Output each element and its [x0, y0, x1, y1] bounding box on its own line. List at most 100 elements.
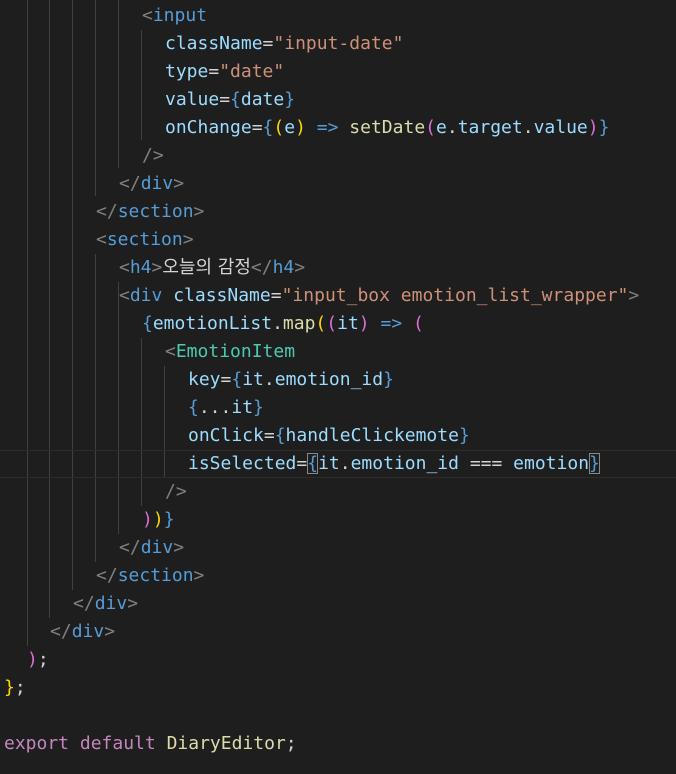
code-line: className="input-date"	[0, 30, 676, 58]
self-close-bracket: />	[165, 481, 187, 502]
dot: .	[263, 369, 275, 390]
code-line: {...it}	[0, 394, 676, 422]
identifier: it	[231, 397, 254, 418]
jsx-brace: }	[598, 117, 610, 138]
jsx-brace: }	[253, 397, 264, 418]
component-name: EmotionItem	[175, 341, 296, 362]
identifier: e	[284, 117, 296, 138]
tag-close-bracket: >	[173, 537, 185, 558]
paren: )	[295, 117, 306, 138]
identifier: date	[240, 89, 285, 110]
jsx-brace: {	[230, 89, 241, 110]
identifier: it	[242, 369, 264, 390]
attr-name: key	[188, 369, 221, 390]
code-line: </div>	[0, 534, 676, 562]
operator: =	[219, 89, 231, 110]
dot: .	[339, 453, 351, 474]
code-line: export default DiaryEditor;	[0, 730, 676, 758]
attr-name: isSelected	[188, 453, 297, 474]
jsx-brace: {	[231, 369, 243, 390]
tag-close-bracket: </	[250, 257, 273, 278]
matched-brace: }	[589, 453, 600, 474]
arrow-operator: =>	[316, 117, 339, 138]
code-line: <h4>오늘의 감정</h4>	[0, 254, 676, 282]
keyword-export: export	[4, 733, 70, 754]
jsx-brace: }	[163, 509, 175, 530]
identifier: emotion_id	[274, 369, 384, 390]
paren: (	[425, 117, 436, 138]
code-editor[interactable]: <input className="input-date" type="date…	[0, 0, 676, 774]
tag-close-bracket: >	[193, 201, 205, 222]
code-line: <input	[0, 2, 676, 30]
paren: )	[358, 313, 370, 334]
tag-close-bracket: >	[628, 285, 640, 306]
tag-open-bracket: <	[165, 341, 176, 362]
operator: =	[220, 369, 232, 390]
keyword-default: default	[79, 733, 156, 754]
tag-close-bracket: >	[151, 257, 163, 278]
identifier: handleClickemote	[285, 425, 459, 446]
jsx-brace: }	[284, 89, 296, 110]
code-line: type="date"	[0, 58, 676, 86]
code-line: );	[0, 646, 676, 674]
operator: =	[251, 117, 263, 138]
semicolon: ;	[14, 677, 26, 698]
code-line: {emotionList.map((it) => (	[0, 310, 676, 338]
tag-name: input	[152, 5, 208, 26]
paren: )	[142, 509, 153, 530]
tag-close-bracket: </	[119, 173, 141, 194]
tag-close-bracket: >	[127, 593, 139, 614]
code-line: ))}	[0, 506, 676, 534]
tag-name: div	[140, 537, 174, 558]
code-line: <div className="input_box emotion_list_w…	[0, 282, 676, 310]
identifier: it	[318, 453, 340, 474]
identifier: DiaryEditor	[166, 733, 286, 754]
code-line: </div>	[0, 590, 676, 618]
operator: =	[208, 61, 220, 82]
tag-close-bracket: >	[294, 257, 306, 278]
jsx-brace: }	[458, 425, 470, 446]
paren: )	[152, 509, 164, 530]
operator: =	[262, 33, 274, 54]
tag-close-bracket: </	[73, 593, 95, 614]
identifier: target	[457, 117, 523, 138]
tag-name: h4	[272, 257, 295, 278]
code-line: />	[0, 142, 676, 170]
identifier: emotionList	[152, 313, 273, 334]
jsx-brace: {	[142, 313, 153, 334]
identifier: emotion_id	[350, 453, 459, 474]
semicolon: ;	[37, 649, 49, 670]
attr-name: className	[165, 33, 263, 54]
operator: =	[296, 453, 308, 474]
code-line: onChange={(e) => setDate(e.target.value)…	[0, 114, 676, 142]
function-name: map	[282, 313, 316, 334]
tag-close-bracket: >	[193, 565, 205, 586]
jsx-brace: {	[188, 397, 199, 418]
paren: )	[27, 649, 38, 670]
paren: (	[315, 313, 327, 334]
code-line: key={it.emotion_id}	[0, 366, 676, 394]
tag-close-bracket: </	[96, 565, 118, 586]
attr-name: onClick	[188, 425, 264, 446]
paren: (	[326, 313, 338, 334]
code-line: onClick={handleClickemote}	[0, 422, 676, 450]
code-line: </section>	[0, 562, 676, 590]
tag-name: section	[106, 229, 183, 250]
jsx-brace: {	[274, 425, 286, 446]
dot: .	[446, 117, 458, 138]
tag-open-bracket: <	[119, 285, 130, 306]
code-line: />	[0, 478, 676, 506]
semicolon: ;	[285, 733, 297, 754]
heading-text: 오늘의 감정	[162, 257, 251, 278]
identifier: emotion	[513, 453, 590, 474]
identifier: value	[533, 117, 588, 138]
tag-close-bracket: >	[182, 229, 194, 250]
operator: =	[263, 425, 275, 446]
tag-name: h4	[129, 257, 152, 278]
identifier: e	[436, 117, 447, 138]
tag-close-bracket: >	[173, 173, 185, 194]
attr-name: onChange	[165, 117, 252, 138]
tag-name: div	[140, 173, 174, 194]
tag-open-bracket: <	[96, 229, 107, 250]
code-line-active[interactable]: isSelected={it.emotion_id === emotion}	[0, 450, 676, 478]
